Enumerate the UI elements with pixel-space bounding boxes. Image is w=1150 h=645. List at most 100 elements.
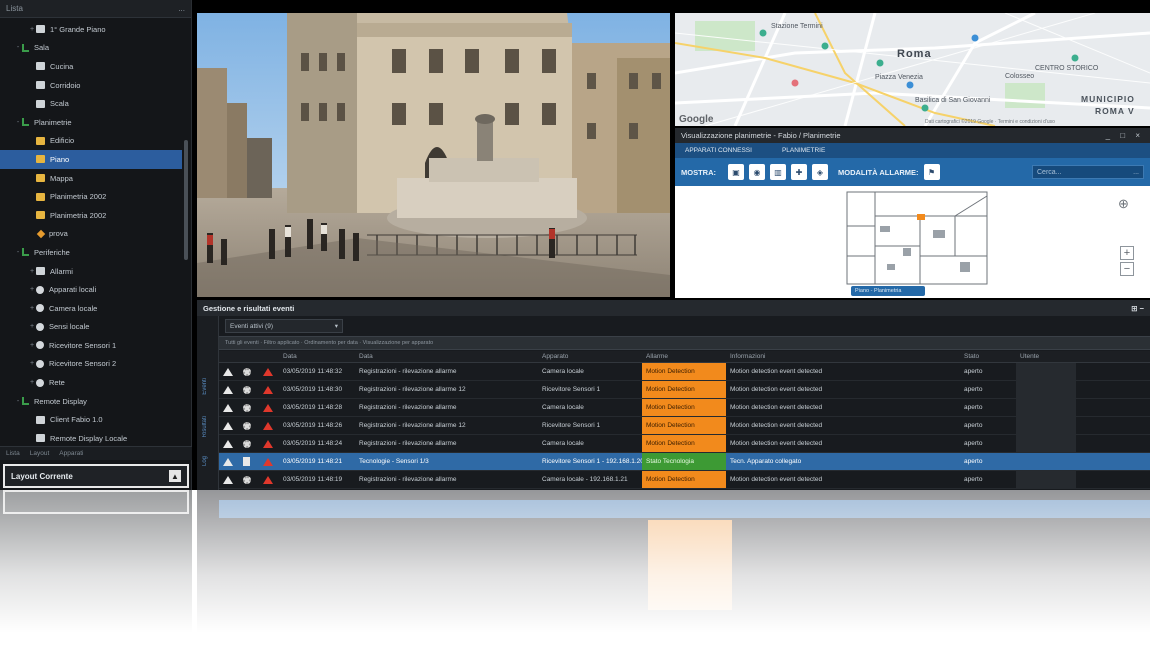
icon-cell[interactable] [219,453,239,470]
layout-panel-header[interactable]: Layout Corrente ▲ [3,464,189,488]
column-header[interactable]: Allarme [642,351,726,362]
column-header[interactable] [259,351,279,362]
table-row[interactable]: 03/05/2019 11:48:24 Registrazioni - rilev… [219,435,1150,453]
expand-toggle-icon[interactable]: - [14,249,22,256]
icon-cell[interactable] [219,399,239,416]
tree-item[interactable]: Client Fabio 1.0 [0,410,182,429]
expand-toggle-icon[interactable]: - [14,119,22,126]
floor-plan-drawing[interactable]: ⊕ [675,186,1150,298]
dome-filter-icon[interactable]: ◉ [749,164,765,180]
rail-tab-results[interactable]: Risultati [202,416,208,437]
sidebar-tab-layout[interactable]: Layout [30,450,50,457]
icon-cell[interactable] [259,417,279,434]
rail-tab-events[interactable]: Eventi [202,378,208,395]
table-row[interactable]: 03/05/2019 11:48:32 Registrazioni - rilev… [219,363,1150,381]
icon-cell[interactable] [239,381,259,398]
tree-item[interactable]: + Rete [0,373,182,392]
sensor-filter-icon[interactable]: ▥ [770,164,786,180]
column-header[interactable]: Informazioni [726,351,960,362]
icon-cell[interactable] [239,435,259,452]
icon-cell[interactable] [239,417,259,434]
tree-item[interactable]: Planimetria 2002 [0,206,182,225]
tree-item[interactable]: + Ricevitore Sensori 1 [0,336,182,355]
collapse-button[interactable]: ▲ [169,470,181,482]
column-header[interactable] [219,351,239,362]
tree-item[interactable]: Piano [0,150,182,169]
tree-item[interactable]: Cucina [0,57,182,76]
rail-tab-log[interactable]: Log [202,456,208,466]
window-controls[interactable]: _ □ × [1106,131,1144,140]
icon-cell[interactable] [259,399,279,416]
column-header[interactable] [239,351,259,362]
expand-toggle-icon[interactable]: + [28,379,36,386]
camera-video-feed[interactable] [197,13,670,297]
events-filter-dropdown[interactable]: Eventi attivi (9) ▾ [225,319,343,333]
tree-item[interactable]: - Sala [0,39,182,58]
camera-filter-icon[interactable]: ▣ [728,164,744,180]
icon-cell[interactable] [219,417,239,434]
city-map[interactable]: Roma MUNICIPIO ROMA V Google Stazione Te… [675,13,1150,126]
column-header[interactable]: Stato [960,351,1016,362]
expand-toggle-icon[interactable]: + [28,323,36,330]
expand-toggle-icon[interactable]: - [14,44,22,51]
tree-item[interactable]: + Sensi locale [0,318,182,337]
icon-cell[interactable] [239,363,259,380]
icon-cell[interactable] [259,435,279,452]
plan-search-input[interactable]: Cerca... ... [1032,165,1144,179]
expand-toggle-icon[interactable]: + [28,360,36,367]
tree-item[interactable]: + Ricevitore Sensori 2 [0,355,182,374]
sidebar-tab-list[interactable]: Lista [6,450,20,457]
person-filter-icon[interactable]: ✚ [791,164,807,180]
alarm-mode-icon[interactable]: ⚑ [923,164,940,180]
tree-item[interactable]: - Remote Display [0,392,182,411]
column-header[interactable]: Utente [1016,351,1076,362]
zoom-out-button[interactable]: − [1120,262,1134,276]
column-header[interactable] [1116,351,1150,362]
table-row[interactable]: 03/05/2019 11:48:21 Tecnologie - Sensori … [219,453,1150,471]
tree-item[interactable]: Mappa [0,169,182,188]
table-row[interactable]: 03/05/2019 11:48:28 Registrazioni - rilev… [219,399,1150,417]
sidebar-tab-devices[interactable]: Apparati [59,450,83,457]
tab-connected-devices[interactable]: APPARATI CONNESSI [685,147,752,154]
icon-cell[interactable] [219,471,239,488]
tree-item[interactable]: + Camera locale [0,299,182,318]
sidebar-scrollbar[interactable] [184,140,188,260]
expand-toggle-icon[interactable]: + [28,286,36,293]
icon-cell[interactable] [239,453,259,470]
tree-item[interactable]: - Periferiche [0,243,182,262]
icon-cell[interactable] [239,399,259,416]
tree-item[interactable]: prova [0,225,182,244]
tree-item[interactable]: Scala [0,94,182,113]
tree-item[interactable]: Edificio [0,132,182,151]
icon-cell[interactable] [259,363,279,380]
expand-toggle-icon[interactable]: - [14,398,22,405]
icon-cell[interactable] [259,471,279,488]
tab-floor-plans[interactable]: PLANIMETRIE [782,147,825,154]
icon-cell[interactable] [219,435,239,452]
expand-toggle-icon[interactable]: + [28,305,36,312]
table-row[interactable]: 03/05/2019 11:48:26 Registrazioni - rilev… [219,417,1150,435]
tree-item[interactable]: + Allarmi [0,262,182,281]
icon-cell[interactable] [239,471,259,488]
icon-cell[interactable] [259,381,279,398]
icon-cell[interactable] [219,381,239,398]
table-row[interactable]: 03/05/2019 11:48:30 Registrazioni - rilev… [219,381,1150,399]
expand-toggle-icon[interactable]: + [28,26,36,33]
column-header[interactable] [1076,351,1116,362]
selection-tag[interactable]: Piano - Planimetria [851,286,925,296]
column-header[interactable]: Apparato [538,351,642,362]
tree-item[interactable]: - Planimetrie [0,113,182,132]
tree-item[interactable]: Remote Display Locale [0,429,182,444]
icon-cell[interactable] [219,363,239,380]
sidebar-menu-button[interactable]: ... [178,4,185,13]
events-window-controls[interactable]: ⊞ − [1131,304,1144,313]
column-header[interactable]: Data [279,351,355,362]
zoom-in-button[interactable]: + [1120,246,1134,260]
column-header[interactable]: Data [355,351,538,362]
tree-item[interactable]: Planimetria 2002 [0,187,182,206]
tree-item[interactable]: + Apparati locali [0,280,182,299]
expand-toggle-icon[interactable]: + [28,342,36,349]
expand-toggle-icon[interactable]: + [28,268,36,275]
tree-item[interactable]: Corridoio [0,76,182,95]
icon-cell[interactable] [259,453,279,470]
